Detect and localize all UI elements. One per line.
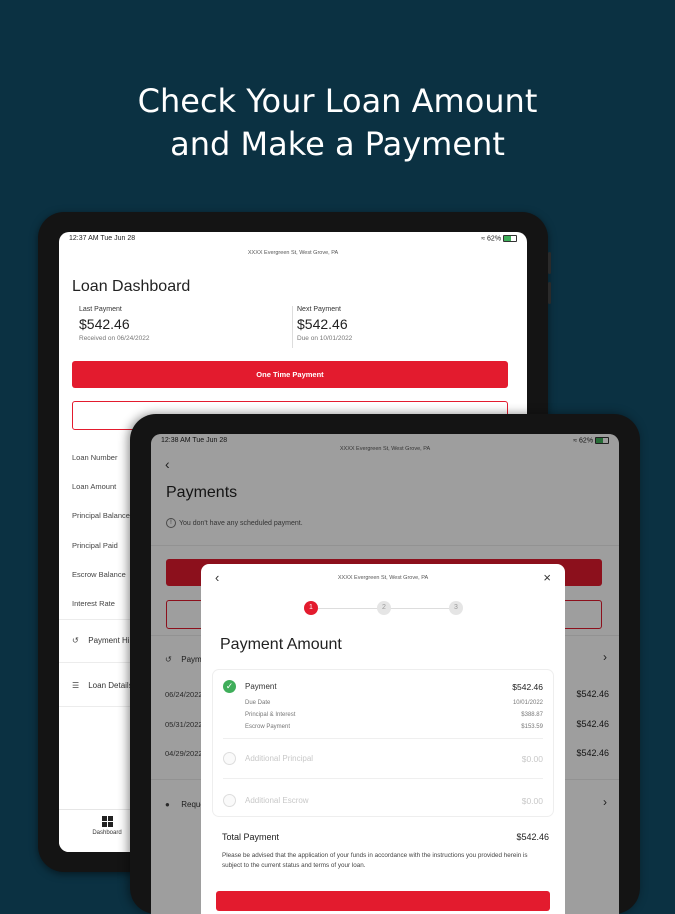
- next-payment-date: Due on 10/01/2022: [297, 335, 353, 342]
- divider: [223, 738, 543, 739]
- side-button: [548, 282, 551, 304]
- step-connector: [318, 608, 380, 609]
- additional-escrow-amount[interactable]: $0.00: [522, 796, 543, 806]
- loan-amount-label: Loan Amount: [72, 482, 117, 491]
- one-time-payment-button[interactable]: One Time Payment: [72, 361, 508, 388]
- interest-rate-label: Interest Rate: [72, 599, 115, 608]
- dashboard-icon: [101, 816, 113, 827]
- next-payment-label: Next Payment: [297, 306, 341, 313]
- side-button: [548, 252, 551, 274]
- last-payment: Last Payment $542.46 Received on 06/24/2…: [79, 306, 279, 342]
- disclaimer-text: Please be advised that the application o…: [222, 852, 528, 869]
- step-1: 1: [304, 601, 318, 615]
- next-payment: Next Payment $542.46 Due on 10/01/2022: [297, 306, 497, 342]
- due-date-label: Due Date: [245, 700, 271, 706]
- modal-title: Payment Amount: [220, 636, 342, 653]
- headline-line-1: Check Your Loan Amount: [137, 82, 538, 120]
- payment-label: Payment: [245, 682, 277, 691]
- total-payment-amount: $542.46: [516, 832, 549, 842]
- last-payment-date: Received on 06/24/2022: [79, 335, 150, 342]
- step-connector: [390, 608, 454, 609]
- list-icon: ☰: [72, 681, 80, 690]
- tab-dashboard[interactable]: Dashboard: [87, 816, 127, 836]
- payment-checkbox[interactable]: ✓: [223, 680, 236, 693]
- last-payment-amount: $542.46: [79, 316, 130, 332]
- divider: [223, 778, 543, 779]
- battery-level: 62%: [487, 235, 502, 243]
- total-payment-label: Total Payment: [222, 832, 280, 842]
- wifi-icon: ≈: [481, 235, 486, 243]
- principal-interest-value: $388.87: [521, 712, 543, 718]
- payments-screen: 12:38 AM Tue Jun 28 ≈ 62% XXXX Evergreen…: [151, 434, 619, 914]
- step-2: 2: [377, 601, 391, 615]
- additional-principal-amount[interactable]: $0.00: [522, 754, 543, 764]
- divider: [292, 306, 293, 348]
- headline: Check Your Loan Amount and Make a Paymen…: [0, 80, 675, 166]
- nav-label: Loan Details: [88, 681, 133, 690]
- loan-number-label: Loan Number: [72, 453, 118, 462]
- side-button: [130, 414, 133, 436]
- status-right: ≈ 62%: [481, 235, 517, 242]
- additional-escrow-label: Additional Escrow: [245, 796, 309, 805]
- payment-options-card: ✓ Payment $542.46 Due Date 10/01/2022 Pr…: [213, 670, 553, 816]
- side-button: [130, 436, 133, 458]
- escrow-balance-label: Escrow Balance: [72, 570, 126, 579]
- property-address: XXXX Evergreen St, West Grove, PA: [337, 575, 429, 581]
- status-time: 12:37 AM Tue Jun 28: [69, 235, 136, 242]
- additional-escrow-checkbox[interactable]: [223, 794, 236, 807]
- due-date-value: 10/01/2022: [512, 700, 543, 706]
- next-payment-amount: $542.46: [297, 316, 348, 332]
- principal-paid-label: Principal Paid: [72, 541, 118, 550]
- escrow-payment-label: Escrow Payment: [245, 724, 291, 730]
- status-bar: 12:37 AM Tue Jun 28 ≈ 62%: [69, 235, 517, 245]
- continue-button[interactable]: [216, 891, 550, 911]
- last-payment-label: Last Payment: [79, 306, 122, 313]
- principal-balance-label: Principal Balance: [72, 511, 130, 520]
- property-address: XXXX Evergreen St, West Grove, PA: [247, 250, 339, 256]
- step-3: 3: [449, 601, 463, 615]
- nav-loan-details[interactable]: ☰ Loan Details: [72, 681, 133, 690]
- principal-interest-label: Principal & Interest: [245, 712, 296, 718]
- additional-principal-label: Additional Principal: [245, 754, 314, 763]
- page-title: Loan Dashboard: [72, 278, 191, 295]
- front-tablet: 12:38 AM Tue Jun 28 ≈ 62% XXXX Evergreen…: [130, 414, 640, 914]
- additional-principal-checkbox[interactable]: [223, 752, 236, 765]
- tab-dashboard-label: Dashboard: [92, 830, 122, 836]
- battery-icon: [503, 235, 517, 242]
- headline-line-2: and Make a Payment: [170, 125, 505, 163]
- payment-modal: ‹ XXXX Evergreen St, West Grove, PA × 1 …: [201, 564, 565, 914]
- escrow-payment-value: $153.59: [521, 724, 543, 730]
- payment-amount: $542.46: [512, 682, 543, 692]
- history-icon: ↺: [72, 636, 79, 645]
- close-icon[interactable]: ×: [543, 570, 551, 585]
